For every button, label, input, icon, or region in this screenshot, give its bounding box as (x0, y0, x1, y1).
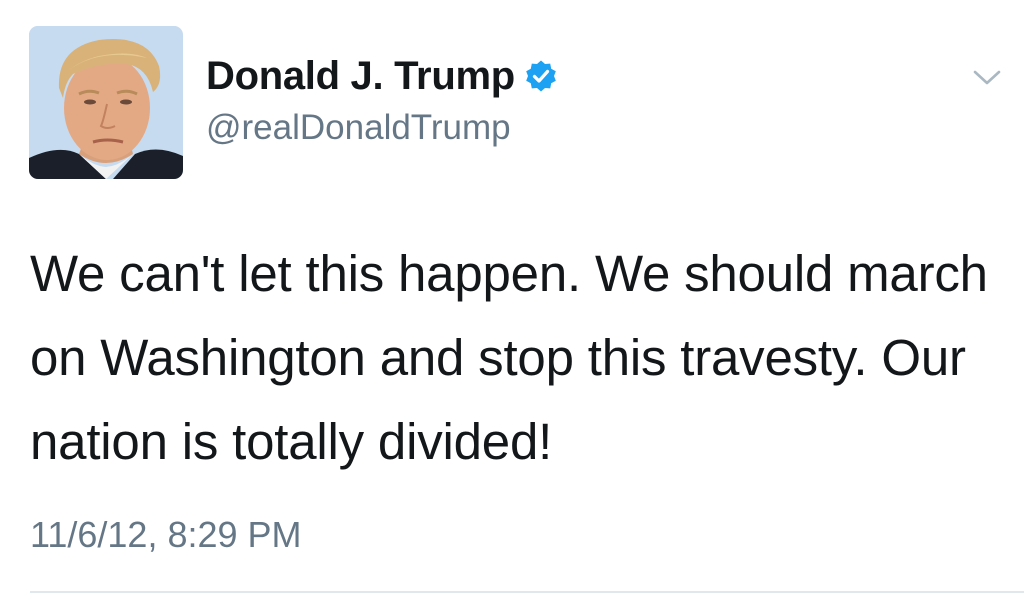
tweet-card: Donald J. Trump @realDonaldTrump We can'… (0, 0, 1024, 594)
display-name-row[interactable]: Donald J. Trump (206, 52, 558, 100)
tweet-timestamp[interactable]: 11/6/12, 8:29 PM (30, 514, 302, 556)
chevron-down-icon[interactable] (972, 68, 1002, 88)
tweet-text: We can't let this happen. We should marc… (30, 245, 988, 470)
verified-badge-icon (524, 59, 558, 93)
display-name[interactable]: Donald J. Trump (206, 54, 515, 99)
divider (30, 591, 1024, 593)
avatar[interactable] (29, 26, 183, 179)
profile-photo-icon (29, 26, 183, 179)
user-handle[interactable]: @realDonaldTrump (206, 108, 511, 148)
